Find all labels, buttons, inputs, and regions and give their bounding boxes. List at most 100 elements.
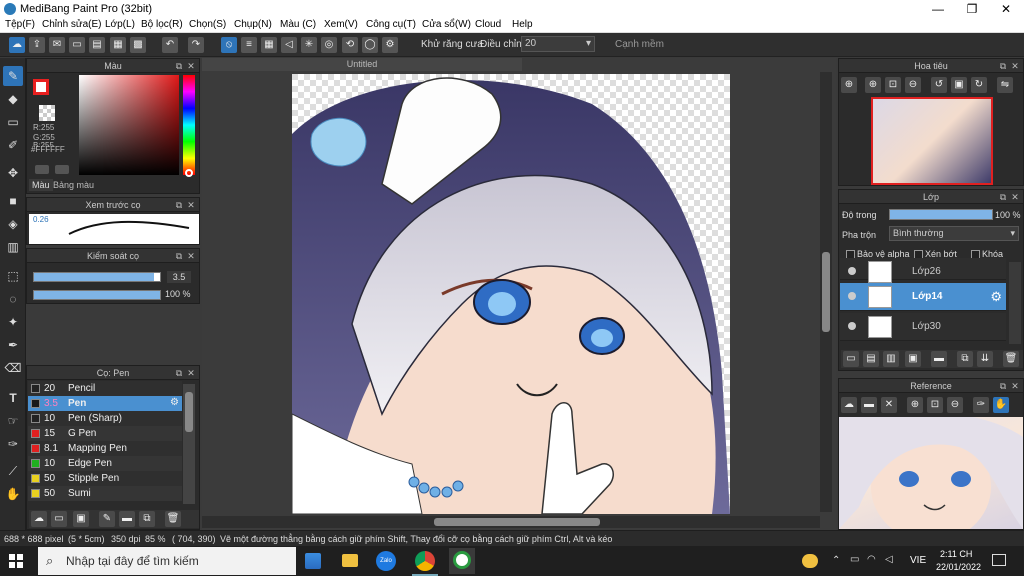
brush-list-scrollbar[interactable] bbox=[183, 384, 195, 504]
menu-filter[interactable]: Bộ lọc(R) bbox=[141, 19, 183, 30]
network-icon[interactable]: ▭ bbox=[850, 554, 859, 565]
fit-icon[interactable]: ⊡ bbox=[885, 77, 901, 93]
new-8bit-layer-icon[interactable]: ▥ bbox=[883, 351, 899, 367]
tray-chevron-icon[interactable]: ⌃ bbox=[832, 555, 840, 566]
menu-capture[interactable]: Chụp(N) bbox=[234, 19, 272, 30]
brush-item[interactable]: 3.5 Pen ⚙ bbox=[28, 396, 182, 411]
layer-row[interactable]: Lớp14 ⚙ bbox=[840, 283, 1006, 311]
folder-icon[interactable]: ▬ bbox=[931, 351, 947, 367]
divide-tool-icon[interactable]: ⟋ bbox=[3, 461, 23, 481]
float-icon[interactable]: ⧉ bbox=[173, 366, 185, 380]
snap-off-icon[interactable]: ⦸ bbox=[221, 37, 237, 53]
folder-icon[interactable]: ▬ bbox=[119, 511, 135, 527]
layer-row[interactable]: Lớp26 bbox=[840, 258, 1006, 283]
layer-opacity-slider[interactable] bbox=[889, 209, 993, 220]
delete-layer-icon[interactable]: 🗑 bbox=[1003, 351, 1019, 367]
magic-wand-tool-icon[interactable]: ✦ bbox=[3, 312, 23, 332]
float-icon[interactable]: ⧉ bbox=[173, 198, 185, 212]
pen-tool-icon[interactable]: ✐ bbox=[3, 135, 23, 155]
brush-item[interactable]: 10 Edge Pen bbox=[28, 456, 182, 471]
brush-item[interactable]: 15 G Pen bbox=[28, 426, 182, 441]
close-reference-icon[interactable]: ✕ bbox=[881, 397, 897, 413]
cloud-icon[interactable]: ☁ bbox=[9, 37, 25, 53]
operation-tool-icon[interactable]: ☞ bbox=[3, 411, 23, 431]
new-layer-icon[interactable]: ▭ bbox=[843, 351, 859, 367]
delete-icon[interactable]: 🗑 bbox=[165, 511, 181, 527]
brush-tool-icon[interactable]: ✎ bbox=[3, 66, 23, 86]
brush-opacity-slider[interactable] bbox=[33, 290, 161, 300]
redo-icon[interactable]: ↷ bbox=[188, 37, 204, 53]
reset-view-icon[interactable]: ▣ bbox=[951, 77, 967, 93]
ellipse-snap-icon[interactable]: ◯ bbox=[362, 37, 378, 53]
text-tool-icon[interactable]: T bbox=[3, 388, 23, 408]
fill-rect-tool-icon[interactable]: ■ bbox=[3, 191, 23, 211]
horizontal-scrollbar[interactable] bbox=[202, 516, 820, 528]
rotate-right-icon[interactable]: ↻ bbox=[971, 77, 987, 93]
close-icon[interactable]: ✕ bbox=[185, 366, 197, 380]
move-tool-icon[interactable]: ✥ bbox=[3, 163, 23, 183]
undo-icon[interactable]: ↶ bbox=[162, 37, 178, 53]
weather-icon[interactable] bbox=[802, 554, 818, 568]
close-button[interactable]: ✕ bbox=[989, 0, 1023, 18]
visibility-icon[interactable] bbox=[848, 267, 856, 275]
menu-color[interactable]: Màu (C) bbox=[280, 19, 316, 30]
zoom-out-icon[interactable]: ⊖ bbox=[947, 397, 963, 413]
merge-down-icon[interactable]: ⇊ bbox=[977, 351, 993, 367]
maximize-button[interactable]: ❐ bbox=[955, 0, 989, 18]
close-icon[interactable]: ✕ bbox=[1009, 379, 1021, 393]
store-icon[interactable] bbox=[305, 553, 321, 569]
zoom-in-icon[interactable]: ⊕ bbox=[841, 77, 857, 93]
canvas-area[interactable]: Untitled bbox=[202, 58, 836, 530]
clock-date[interactable]: 22/01/2022 bbox=[936, 562, 981, 572]
float-icon[interactable]: ⧉ bbox=[173, 59, 185, 73]
gradient-tool-icon[interactable]: ▥ bbox=[3, 237, 23, 257]
vanishing-point-icon[interactable]: ◁ bbox=[281, 37, 297, 53]
menu-select[interactable]: Chọn(S) bbox=[189, 19, 226, 30]
brush-size-slider[interactable] bbox=[33, 272, 161, 282]
comment-icon[interactable]: ✉ bbox=[49, 37, 65, 53]
close-icon[interactable]: ✕ bbox=[185, 59, 197, 73]
notification-icon[interactable] bbox=[992, 554, 1006, 566]
layer-settings-gear-icon[interactable]: ⚙ bbox=[990, 289, 1002, 305]
parallel-snap-icon[interactable]: ≡ bbox=[241, 37, 257, 53]
rectangle-tool-icon[interactable]: ▭ bbox=[3, 112, 23, 132]
wifi-icon[interactable]: ◠ bbox=[867, 554, 876, 565]
secondary-color-swatch[interactable] bbox=[39, 105, 55, 121]
eyedropper-tool-icon[interactable]: ✑ bbox=[3, 434, 23, 454]
navigator-thumbnail[interactable] bbox=[871, 97, 993, 185]
doc-icon[interactable]: ▤ bbox=[89, 37, 105, 53]
share-icon[interactable]: ⇪ bbox=[29, 37, 45, 53]
horizontal-scroll-thumb[interactable] bbox=[434, 518, 600, 526]
menu-layer[interactable]: Lớp(L) bbox=[105, 19, 135, 30]
language-indicator[interactable]: VIE bbox=[910, 555, 926, 566]
settings-icon[interactable]: ⚙ bbox=[382, 37, 398, 53]
radial-snap-icon[interactable]: ✳ bbox=[301, 37, 317, 53]
lasso-tool-icon[interactable]: ◌ bbox=[3, 289, 23, 309]
brush-item[interactable]: 50 Sumi bbox=[28, 486, 182, 501]
new-halftone-layer-icon[interactable]: ▤ bbox=[863, 351, 879, 367]
saturation-value-picker[interactable] bbox=[79, 75, 179, 175]
hand-icon[interactable]: ✋ bbox=[993, 397, 1009, 413]
cloud-icon[interactable]: ☁ bbox=[841, 397, 857, 413]
menu-tools[interactable]: Công cụ(T) bbox=[366, 19, 416, 30]
primary-color-swatch[interactable] bbox=[33, 79, 49, 95]
layer-list-scrollbar[interactable] bbox=[1009, 262, 1021, 344]
menu-cloud[interactable]: Cloud bbox=[475, 19, 501, 30]
new-brush-icon[interactable]: ▭ bbox=[51, 511, 67, 527]
clock-time[interactable]: 2:11 CH bbox=[940, 549, 972, 559]
close-icon[interactable]: ✕ bbox=[1009, 190, 1021, 204]
brush-size-value[interactable]: 3.5 bbox=[167, 271, 191, 283]
document-list-icon[interactable]: ▦ bbox=[110, 37, 126, 53]
new-doc-icon[interactable]: ▭ bbox=[69, 37, 85, 53]
windows-start-icon[interactable] bbox=[9, 554, 23, 568]
float-icon[interactable]: ⧉ bbox=[173, 249, 185, 263]
canvas-tab[interactable]: Untitled bbox=[202, 58, 522, 71]
close-icon[interactable]: ✕ bbox=[1009, 59, 1021, 73]
menu-view[interactable]: Xem(V) bbox=[324, 19, 358, 30]
float-icon[interactable]: ⧉ bbox=[997, 190, 1009, 204]
tab-palette[interactable]: Bảng màu bbox=[53, 180, 94, 190]
cross-snap-icon[interactable]: ▦ bbox=[261, 37, 277, 53]
vertical-scroll-thumb[interactable] bbox=[822, 252, 830, 332]
reference-image[interactable] bbox=[839, 417, 1023, 529]
select-pen-tool-icon[interactable]: ✒ bbox=[3, 335, 23, 355]
